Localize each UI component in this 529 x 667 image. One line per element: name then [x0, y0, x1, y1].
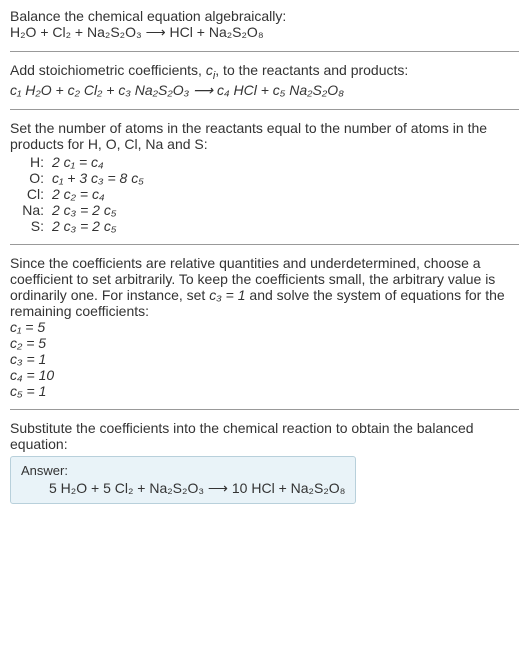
answer-label: Answer: [21, 463, 345, 478]
atom-label: S: [10, 218, 48, 234]
stoich-text: Add stoichiometric coefficients, ci, to … [10, 62, 519, 82]
stoich-equation: c₁ H₂O + c₂ Cl₂ + c₃ Na₂S₂O₃ ⟶ c₄ HCl + … [10, 82, 519, 99]
atom-row: S: 2 c₃ = 2 c₅ [10, 218, 148, 234]
final-intro: Substitute the coefficients into the che… [10, 420, 519, 452]
atom-expr: 2 c₃ = 2 c₅ [48, 218, 148, 234]
coef-line: c₁ = 5 [10, 319, 519, 335]
stoich-text-b: , to the reactants and products: [215, 62, 408, 78]
separator [10, 244, 519, 245]
stoich-text-a: Add stoichiometric coefficients, [10, 62, 206, 78]
ci-symbol: ci [206, 62, 215, 78]
intro-equation: H₂O + Cl₂ + Na₂S₂O₃ ⟶ HCl + Na₂S₂O₈ [10, 24, 519, 41]
atom-row: H: 2 c₁ = c₄ [10, 154, 148, 170]
ci-c: c [206, 62, 213, 78]
intro-text: Balance the chemical equation algebraica… [10, 8, 519, 24]
atom-row: Cl: 2 c₂ = c₄ [10, 186, 148, 202]
coef-line: c₃ = 1 [10, 351, 519, 367]
coef-line: c₂ = 5 [10, 335, 519, 351]
atom-expr: 2 c₃ = 2 c₅ [48, 202, 148, 218]
atom-row: O: c₁ + 3 c₃ = 8 c₅ [10, 170, 148, 186]
atom-label: H: [10, 154, 48, 170]
intro-section: Balance the chemical equation algebraica… [10, 8, 519, 41]
answer-equation: 5 H₂O + 5 Cl₂ + Na₂S₂O₃ ⟶ 10 HCl + Na₂S₂… [21, 480, 345, 497]
atoms-section: Set the number of atoms in the reactants… [10, 120, 519, 234]
c3-eq: c₃ = 1 [209, 287, 245, 303]
separator [10, 109, 519, 110]
atom-expr: 2 c₂ = c₄ [48, 186, 148, 202]
coef-line: c₄ = 10 [10, 367, 519, 383]
atom-label: O: [10, 170, 48, 186]
coef-line: c₅ = 1 [10, 383, 519, 399]
answer-box: Answer: 5 H₂O + 5 Cl₂ + Na₂S₂O₃ ⟶ 10 HCl… [10, 456, 356, 504]
atom-label: Na: [10, 202, 48, 218]
solve-intro: Since the coefficients are relative quan… [10, 255, 519, 319]
atoms-equations-table: H: 2 c₁ = c₄ O: c₁ + 3 c₃ = 8 c₅ Cl: 2 c… [10, 154, 148, 234]
separator [10, 51, 519, 52]
atom-expr: c₁ + 3 c₃ = 8 c₅ [48, 170, 148, 186]
atom-label: Cl: [10, 186, 48, 202]
atom-row: Na: 2 c₃ = 2 c₅ [10, 202, 148, 218]
stoich-section: Add stoichiometric coefficients, ci, to … [10, 62, 519, 99]
atoms-intro: Set the number of atoms in the reactants… [10, 120, 519, 152]
atom-expr: 2 c₁ = c₄ [48, 154, 148, 170]
separator [10, 409, 519, 410]
solve-section: Since the coefficients are relative quan… [10, 255, 519, 399]
final-section: Substitute the coefficients into the che… [10, 420, 519, 504]
